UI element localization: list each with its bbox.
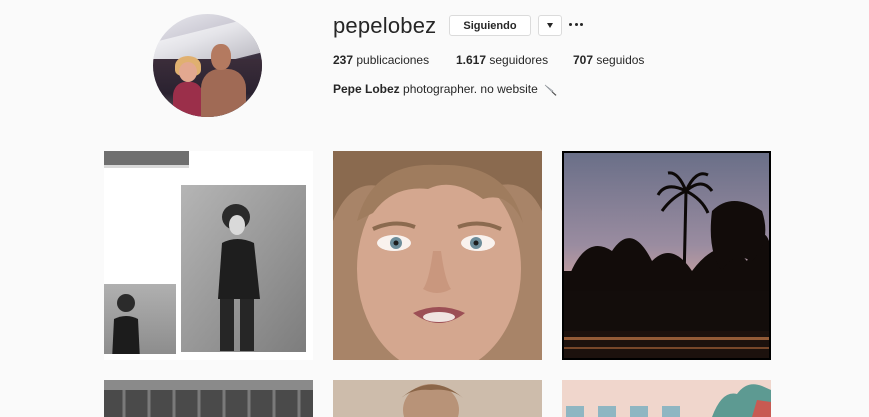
dot bbox=[580, 22, 583, 26]
photo-sunset-palms bbox=[562, 151, 771, 360]
photo bbox=[562, 380, 771, 417]
profile-bio: Pepe Lobez photographer. no website bbox=[333, 82, 558, 96]
avatar-man-face bbox=[211, 44, 231, 70]
post-1[interactable] bbox=[104, 151, 313, 360]
avatar-man-body bbox=[201, 69, 246, 117]
dot bbox=[574, 22, 578, 26]
bio-name: Pepe Lobez bbox=[333, 82, 400, 96]
following-count: 707 bbox=[573, 53, 594, 67]
followers-count: 1.617 bbox=[456, 53, 487, 67]
post-6[interactable] bbox=[562, 380, 771, 417]
photo bbox=[104, 380, 313, 417]
avatar-girl-face bbox=[179, 62, 197, 82]
suggestions-dropdown-button[interactable] bbox=[538, 15, 562, 36]
photo bbox=[333, 380, 542, 417]
following-button[interactable]: Siguiendo bbox=[449, 15, 531, 36]
avatar-girl-shirt bbox=[173, 82, 203, 117]
post-3[interactable] bbox=[562, 151, 771, 360]
photo-portrait bbox=[333, 151, 542, 360]
post-2[interactable] bbox=[333, 151, 542, 360]
followers-label: seguidores bbox=[489, 53, 549, 67]
following-label: seguidos bbox=[596, 53, 645, 67]
posts-count: 237 bbox=[333, 53, 354, 67]
profile-avatar[interactable] bbox=[153, 14, 262, 117]
dot bbox=[569, 22, 572, 26]
knife-icon bbox=[544, 84, 557, 96]
profile-username: pepelobez bbox=[333, 13, 437, 38]
posts-label: publicaciones bbox=[356, 53, 430, 67]
bio-text: photographer. no website bbox=[403, 82, 538, 96]
post-5[interactable] bbox=[333, 380, 542, 417]
stat-following[interactable]: 707 seguidos bbox=[573, 53, 644, 67]
stat-followers[interactable]: 1.617 seguidores bbox=[456, 53, 548, 67]
photo-collage bbox=[104, 151, 313, 360]
stat-posts: 237 publicaciones bbox=[333, 53, 429, 67]
ellipsis-icon[interactable] bbox=[569, 17, 583, 31]
caret-down-icon bbox=[547, 23, 553, 28]
post-4[interactable] bbox=[104, 380, 313, 417]
